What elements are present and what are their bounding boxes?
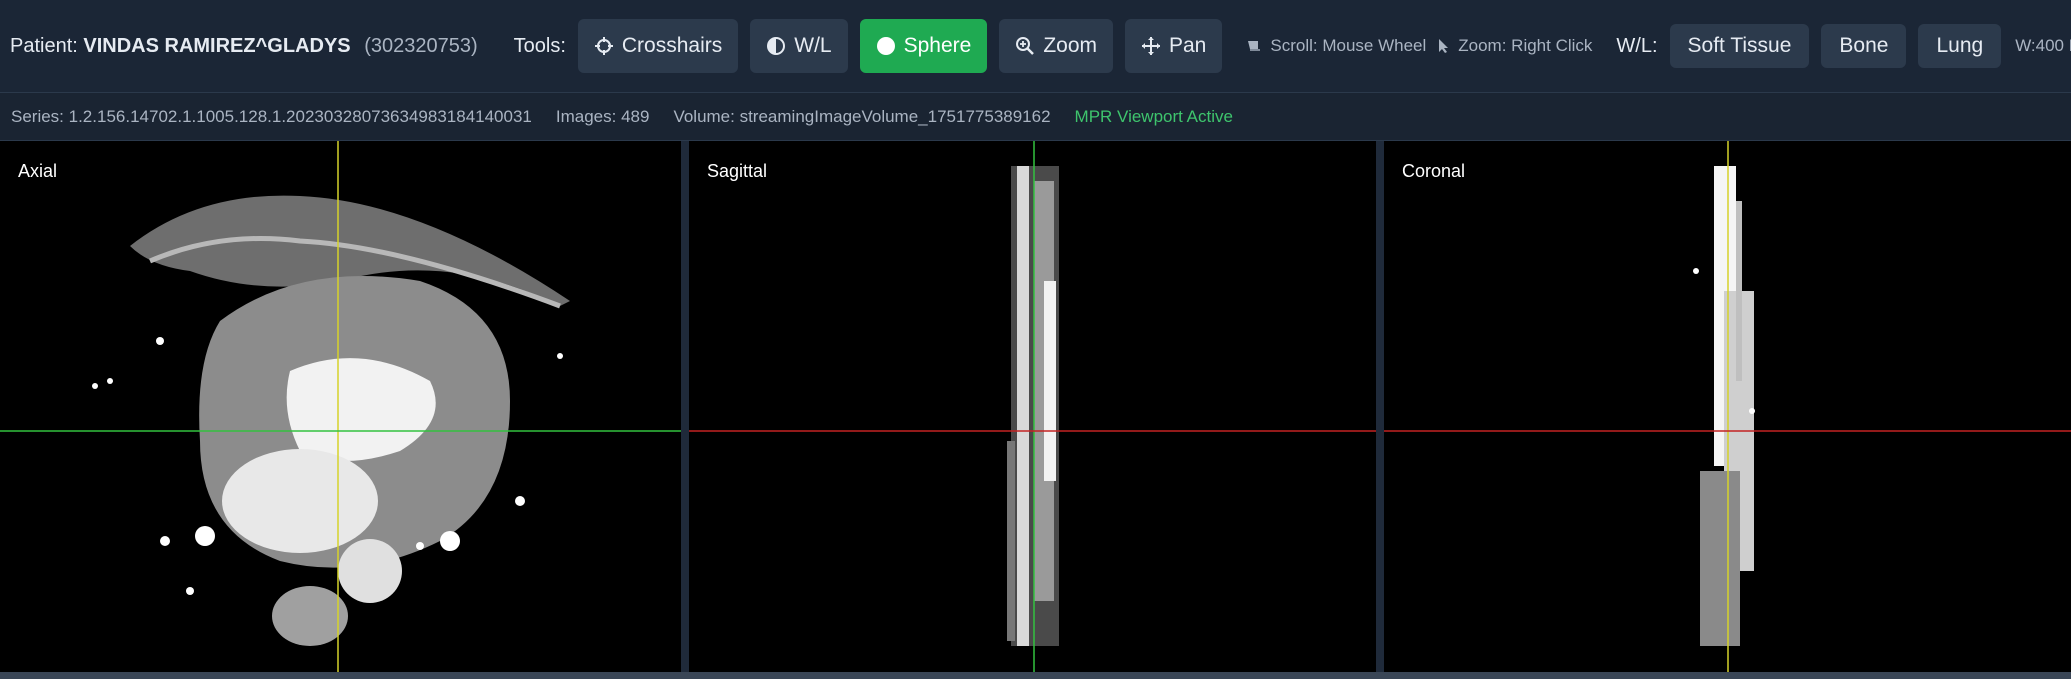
coronal-label: Coronal [1402,161,1466,181]
zoom-hint-text: Zoom: Right Click [1458,36,1593,55]
patient-id: (302320753) [364,34,478,57]
viewport-grid: Axial Sagittal Coronal [0,141,2071,674]
crosshairs-tool-label: Crosshairs [621,34,723,57]
scroll-hint-text: Scroll: Mouse Wheel [1270,36,1427,55]
mpr-status: MPR Viewport Active [1074,106,1233,126]
zoom-tool-label: Zoom [1043,34,1097,57]
contrast-icon [766,36,786,56]
scroll-icon [1246,39,1262,53]
wl-readout: W:400 L:40 [2015,36,2071,55]
zoom-tool-button[interactable]: Zoom [999,19,1113,73]
coronal-viewport[interactable]: Coronal [1384,141,2071,672]
pan-icon [1141,36,1161,56]
sphere-tool-label: Sphere [903,34,972,57]
wl-preset-bone-button[interactable]: Bone [1821,24,1907,68]
pan-tool-label: Pan [1169,34,1207,57]
wl-preset-soft-tissue-button[interactable]: Soft Tissue [1669,24,1810,68]
crosshairs-tool-button[interactable]: Crosshairs [577,19,739,73]
pan-tool-button[interactable]: Pan [1125,19,1223,73]
axial-viewport[interactable]: Axial [0,141,681,672]
zoom-icon [1015,36,1035,56]
toolbar: Patient: VINDAS RAMIREZ^GLADYS (30232075… [0,0,2071,92]
wl-tool-button[interactable]: W/L [750,19,848,73]
sagittal-viewport[interactable]: Sagittal [689,141,1376,672]
sphere-icon [876,36,896,56]
wl-preset-lung-button[interactable]: Lung [1918,24,2002,68]
crosshairs-icon [594,36,614,56]
patient-label: Patient: [10,34,78,57]
sphere-tool-button[interactable]: Sphere [859,19,988,73]
bottom-divider [0,672,2071,679]
volume-id: Volume: streamingImageVolume_17517753891… [673,106,1051,126]
cursor-icon [1438,38,1450,54]
patient-info: Patient: VINDAS RAMIREZ^GLADYS (30232075… [10,35,478,58]
wl-tool-label: W/L [794,34,832,57]
axial-label: Axial [18,161,58,181]
wl-label: W/L: [1616,34,1658,57]
axial-image [0,141,681,672]
zoom-hint: Zoom: Right Click [1438,36,1592,56]
series-info-bar: Series: 1.2.156.14702.1.1005.128.1.20230… [0,92,2071,141]
tools-label: Tools: [513,34,566,57]
patient-name: VINDAS RAMIREZ^GLADYS [83,34,351,57]
image-count: Images: 489 [555,106,650,126]
coronal-image [1384,141,2071,672]
scroll-hint: Scroll: Mouse Wheel [1246,36,1426,56]
series-uid: Series: 1.2.156.14702.1.1005.128.1.20230… [11,106,532,126]
sagittal-image [689,141,1376,672]
sagittal-label: Sagittal [707,161,768,181]
